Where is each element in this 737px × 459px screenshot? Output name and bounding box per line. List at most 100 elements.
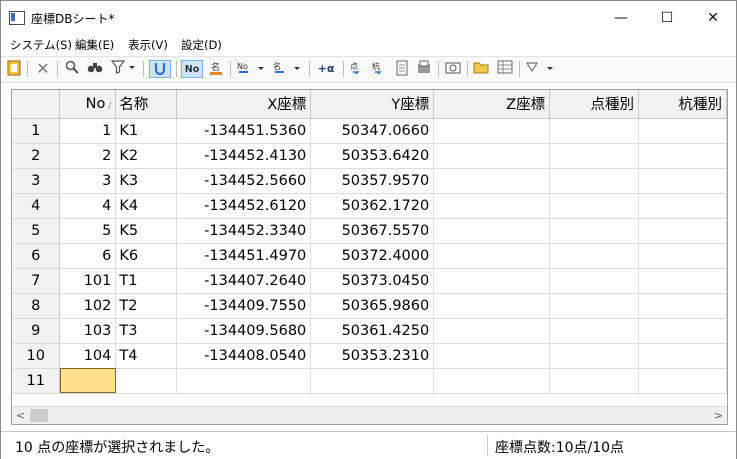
cell-x[interactable]: -134452.5660 bbox=[176, 168, 312, 194]
cell-x[interactable]: -134452.6120 bbox=[176, 193, 312, 219]
corner-header[interactable] bbox=[12, 90, 61, 119]
table-row[interactable]: 6 6 K6 -134451.4970 50372.4000 bbox=[12, 243, 727, 269]
cell-point-type[interactable] bbox=[549, 368, 640, 394]
cell-x[interactable]: -134452.3340 bbox=[176, 218, 312, 244]
cell-point-type[interactable] bbox=[549, 168, 640, 194]
cell-z[interactable] bbox=[433, 243, 551, 269]
column-header-x[interactable]: X座標 bbox=[176, 90, 312, 119]
table-row[interactable]: 9 103 T3 -134409.5680 50361.4250 bbox=[12, 318, 727, 344]
number-sort-dropdown-icon[interactable]: No bbox=[236, 60, 268, 78]
cell-x[interactable]: -134451.5360 bbox=[176, 118, 312, 144]
row-header[interactable]: 8 bbox=[12, 293, 61, 319]
cell-y[interactable]: 50361.4250 bbox=[310, 318, 435, 344]
cell-x[interactable]: -134407.2640 bbox=[176, 268, 312, 294]
maximize-button[interactable]: ☐ bbox=[645, 5, 689, 31]
cell-point-type[interactable] bbox=[549, 243, 640, 269]
cell-y[interactable]: 50373.0450 bbox=[310, 268, 435, 294]
pile-number-icon[interactable]: 杭 bbox=[370, 60, 388, 78]
cell-point-type[interactable] bbox=[549, 293, 640, 319]
cell-pile-type[interactable] bbox=[638, 368, 727, 394]
scroll-left-icon[interactable]: < bbox=[12, 407, 29, 424]
cell-name[interactable] bbox=[115, 368, 178, 394]
row-header[interactable]: 3 bbox=[12, 168, 61, 194]
cell-no[interactable]: 5 bbox=[59, 218, 117, 244]
name-sort-dropdown-icon[interactable]: 名 bbox=[272, 60, 304, 78]
cell-name[interactable]: T1 bbox=[115, 268, 178, 294]
table-row[interactable]: 11 bbox=[12, 368, 727, 394]
cell-no[interactable]: 3 bbox=[59, 168, 117, 194]
cell-z[interactable] bbox=[433, 343, 551, 369]
row-header[interactable]: 10 bbox=[12, 343, 61, 369]
link-toggle-icon[interactable] bbox=[149, 60, 171, 78]
cell-no[interactable]: 103 bbox=[59, 318, 117, 344]
document-icon[interactable] bbox=[393, 60, 411, 78]
row-header[interactable]: 1 bbox=[12, 118, 61, 144]
row-header[interactable]: 2 bbox=[12, 143, 61, 169]
cell-y[interactable]: 50357.9570 bbox=[310, 168, 435, 194]
minimize-button[interactable]: — bbox=[599, 5, 643, 31]
row-header[interactable]: 6 bbox=[12, 243, 61, 269]
column-header-z[interactable]: Z座標 bbox=[433, 90, 551, 119]
close-button[interactable]: ✕ bbox=[691, 5, 735, 31]
row-header[interactable]: 7 bbox=[12, 268, 61, 294]
binoculars-icon[interactable] bbox=[86, 60, 104, 78]
cell-pile-type[interactable] bbox=[638, 193, 727, 219]
table-row[interactable]: 4 4 K4 -134452.6120 50362.1720 bbox=[12, 193, 727, 219]
menu-system[interactable]: システム(S) bbox=[10, 37, 72, 53]
cell-z[interactable] bbox=[433, 268, 551, 294]
cell-y[interactable]: 50347.0660 bbox=[310, 118, 435, 144]
cell-pile-type[interactable] bbox=[638, 243, 727, 269]
row-header[interactable]: 4 bbox=[12, 193, 61, 219]
cell-point-type[interactable] bbox=[549, 193, 640, 219]
camera-icon[interactable] bbox=[444, 60, 462, 78]
name-toggle-icon[interactable]: 名 bbox=[207, 60, 225, 78]
filter-options-dropdown-icon[interactable] bbox=[525, 60, 557, 78]
cell-no[interactable]: 6 bbox=[59, 243, 117, 269]
cell-name[interactable]: K1 bbox=[115, 118, 178, 144]
cell-z[interactable] bbox=[433, 118, 551, 144]
table-icon[interactable] bbox=[496, 60, 514, 78]
menu-view[interactable]: 表示(V) bbox=[128, 37, 168, 53]
cell-pile-type[interactable] bbox=[638, 318, 727, 344]
cell-name[interactable]: T2 bbox=[115, 293, 178, 319]
column-header-point-type[interactable]: 点種別 bbox=[549, 90, 640, 119]
add-alpha-icon[interactable]: +α bbox=[314, 60, 338, 78]
cell-name[interactable]: K5 bbox=[115, 218, 178, 244]
cell-no[interactable]: 101 bbox=[59, 268, 117, 294]
scroll-thumb[interactable] bbox=[30, 409, 48, 422]
table-row[interactable]: 5 5 K5 -134452.3340 50367.5570 bbox=[12, 218, 727, 244]
cell-z[interactable] bbox=[433, 218, 551, 244]
row-header[interactable]: 5 bbox=[12, 218, 61, 244]
filter-dropdown-icon[interactable] bbox=[110, 60, 138, 78]
cell-name[interactable]: T4 bbox=[115, 343, 178, 369]
cell-point-type[interactable] bbox=[549, 343, 640, 369]
cell-no[interactable]: 2 bbox=[59, 143, 117, 169]
folder-icon[interactable] bbox=[472, 60, 490, 78]
cell-z[interactable] bbox=[433, 293, 551, 319]
column-header-name[interactable]: 名称 bbox=[115, 90, 178, 119]
cell-name[interactable]: K4 bbox=[115, 193, 178, 219]
column-header-pile-type[interactable]: 杭種別 bbox=[638, 90, 727, 119]
cell-x[interactable] bbox=[176, 368, 312, 394]
table-row[interactable]: 3 3 K3 -134452.5660 50357.9570 bbox=[12, 168, 727, 194]
cell-pile-type[interactable] bbox=[638, 118, 727, 144]
row-header[interactable]: 11 bbox=[12, 368, 61, 394]
cell-no[interactable]: 104 bbox=[59, 343, 117, 369]
cell-no[interactable]: 4 bbox=[59, 193, 117, 219]
cell-point-type[interactable] bbox=[549, 268, 640, 294]
column-header-no[interactable]: No ∕ bbox=[59, 90, 117, 119]
open-book-icon[interactable] bbox=[6, 60, 22, 78]
table-row[interactable]: 8 102 T2 -134409.7550 50365.9860 bbox=[12, 293, 727, 319]
cell-y[interactable]: 50353.6420 bbox=[310, 143, 435, 169]
cell-name[interactable]: K6 bbox=[115, 243, 178, 269]
column-header-y[interactable]: Y座標 bbox=[310, 90, 435, 119]
cell-y[interactable]: 50365.9860 bbox=[310, 293, 435, 319]
cell-pile-type[interactable] bbox=[638, 293, 727, 319]
cell-y[interactable]: 50353.2310 bbox=[310, 343, 435, 369]
print-preview-icon[interactable] bbox=[415, 60, 433, 78]
renumber-icon[interactable]: 点 bbox=[348, 60, 366, 78]
cell-x[interactable]: -134452.4130 bbox=[176, 143, 312, 169]
cell-name[interactable]: K3 bbox=[115, 168, 178, 194]
search-icon[interactable] bbox=[63, 60, 81, 78]
table-row[interactable]: 10 104 T4 -134408.0540 50353.2310 bbox=[12, 343, 727, 369]
